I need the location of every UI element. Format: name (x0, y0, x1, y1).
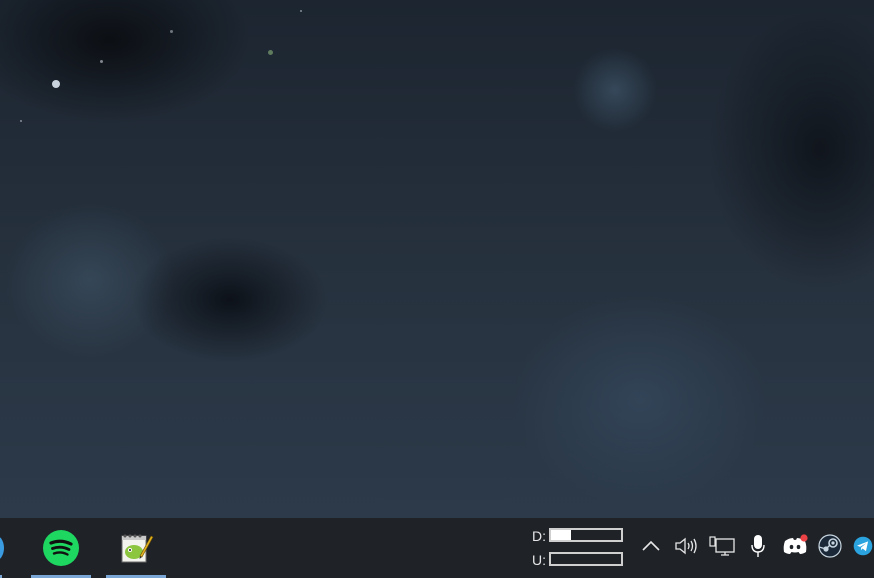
upload-label: U: (532, 552, 546, 568)
wallpaper-sparkle (170, 30, 173, 33)
upload-bar (549, 552, 623, 566)
microphone-icon[interactable] (743, 531, 773, 561)
download-bar (549, 528, 623, 542)
notepad-plus-plus-icon (118, 530, 154, 566)
wallpaper-sparkle (52, 80, 60, 88)
download-bar-fill (551, 530, 571, 540)
volume-icon[interactable] (671, 531, 701, 561)
desktop-wallpaper (0, 0, 874, 518)
taskbar-app-spotify[interactable] (31, 518, 91, 578)
wallpaper-sparkle (100, 60, 103, 63)
wallpaper-sparkle (300, 10, 302, 12)
spotify-icon (43, 530, 79, 566)
download-label: D: (532, 528, 546, 544)
steam-icon[interactable] (815, 531, 845, 561)
discord-icon[interactable] (780, 531, 810, 561)
taskbar-app-partial[interactable] (0, 518, 8, 578)
taskbar-app-notepad-plus-plus[interactable] (106, 518, 166, 578)
partial-app-icon (0, 535, 4, 561)
chevron-up-icon[interactable] (636, 531, 666, 561)
wallpaper-sparkle (20, 120, 22, 122)
wallpaper-sparkle (268, 50, 273, 55)
network-icon[interactable] (707, 531, 737, 561)
telegram-icon[interactable] (850, 531, 874, 561)
